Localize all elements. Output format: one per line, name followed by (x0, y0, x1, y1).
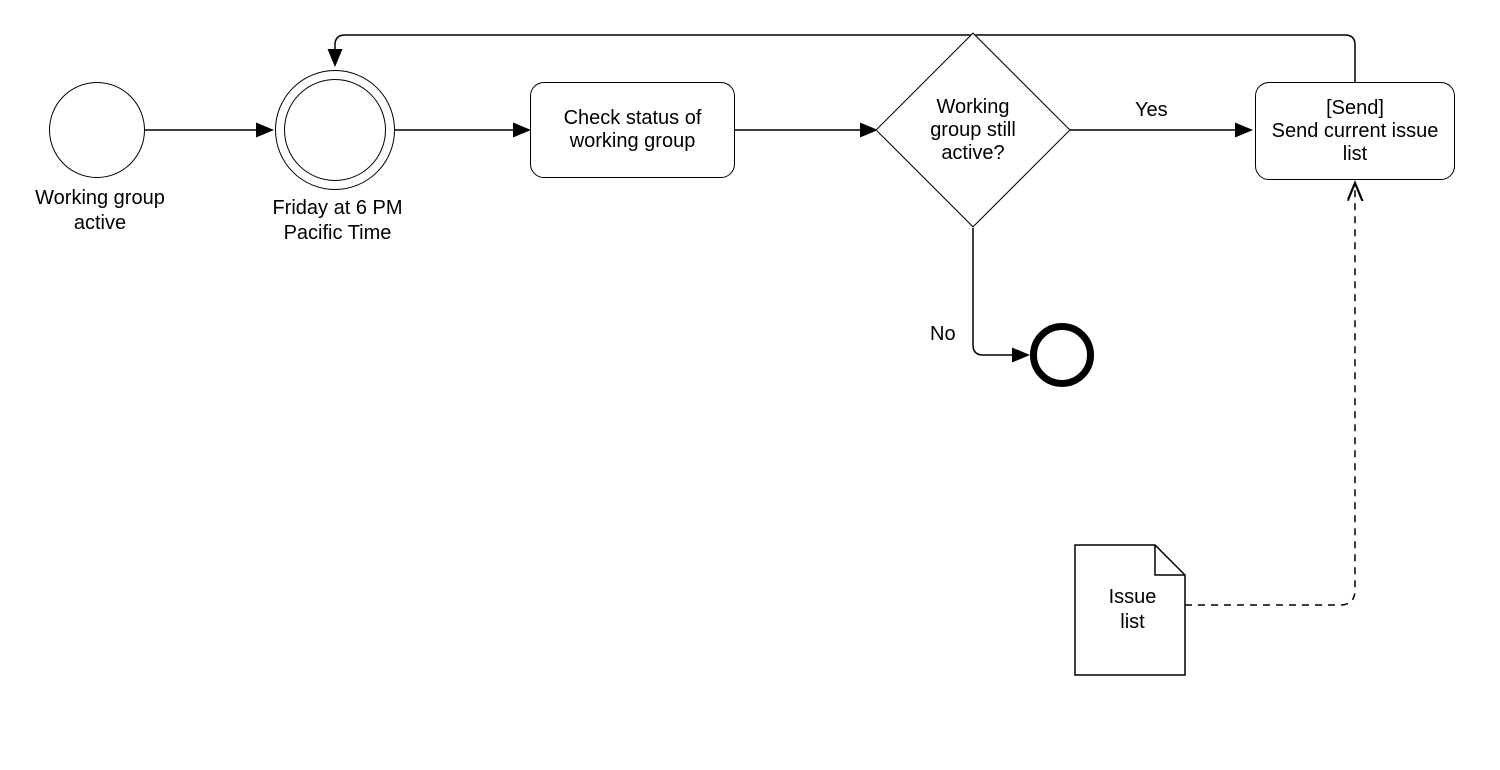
envelope-icon (70, 112, 122, 148)
end-event (1030, 323, 1094, 387)
start-event-label: Working group active (20, 186, 180, 236)
gateway-label: Working group still active? (922, 96, 1024, 165)
task-check-status: Check status of working group (530, 82, 735, 178)
gateway-still-active: Working group still active? (904, 61, 1042, 199)
task-check-status-label: Check status of working group (539, 107, 726, 153)
task-send-label: [Send] Send current issue list (1264, 97, 1446, 166)
task-send-issue-list: [Send] Send current issue list (1255, 82, 1455, 180)
document-icon (1075, 545, 1185, 675)
timer-event-label: Friday at 6 PM Pacific Time (250, 196, 425, 246)
clock-icon (294, 89, 376, 171)
edge-label-no: No (930, 322, 956, 346)
edge-label-yes: Yes (1135, 98, 1168, 122)
